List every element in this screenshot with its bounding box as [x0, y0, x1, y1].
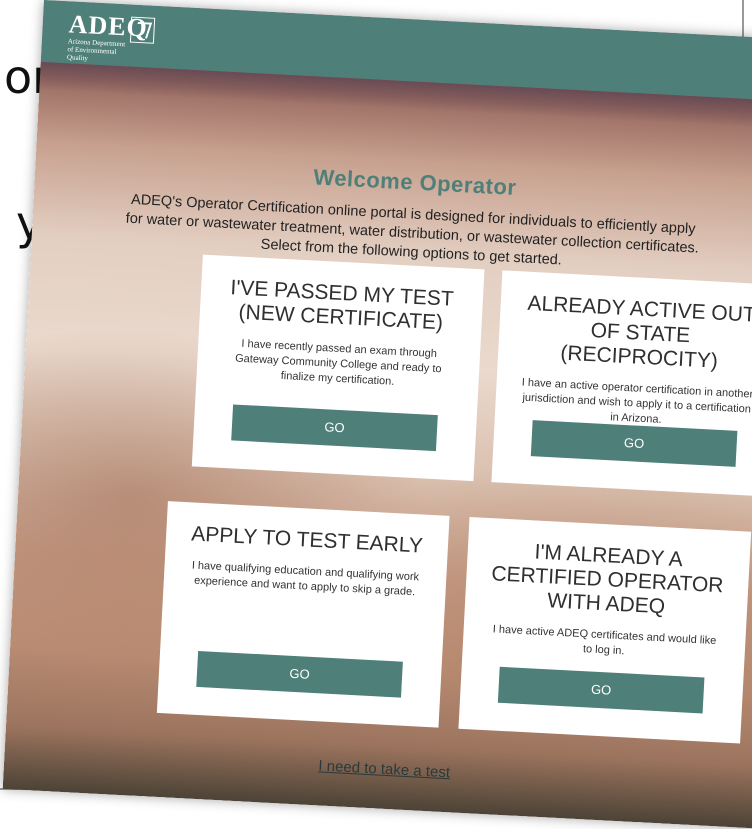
card-description: I have active ADEQ certificates and woul… [492, 623, 717, 658]
logo-subtext: Arizona Department of Environmental Qual… [66, 37, 126, 63]
option-card-reciprocity: ALREADY ACTIVE OUT OF STATE (RECIPROCITY… [491, 270, 752, 497]
go-button[interactable]: GO [196, 650, 403, 698]
card-title: I'M ALREADY A CERTIFIED OPERATOR WITH AD… [490, 540, 724, 619]
arizona-state-icon [129, 16, 156, 44]
card-description: I have qualifying education and qualifyi… [191, 559, 420, 599]
card-title: ALREADY ACTIVE OUT OF STATE (RECIPROCITY… [527, 291, 752, 373]
go-button[interactable]: GO [231, 404, 438, 452]
option-card-certified-operator: I'M ALREADY A CERTIFIED OPERATOR WITH AD… [458, 516, 752, 744]
card-title: APPLY TO TEST EARLY [190, 522, 424, 558]
card-description: I have recently passed an exam through G… [234, 337, 442, 388]
option-card-test-early: APPLY TO TEST EARLY I have qualifying ed… [156, 501, 450, 728]
card-title: I'VE PASSED MY TEST (NEW CERTIFICATE) [229, 276, 455, 335]
portal-screenshot: ADEQ Arizona Department of Environmental… [2, 0, 752, 829]
option-card-new-certificate: I'VE PASSED MY TEST (NEW CERTIFICATE) I … [191, 254, 485, 482]
go-button[interactable]: GO [497, 666, 705, 714]
